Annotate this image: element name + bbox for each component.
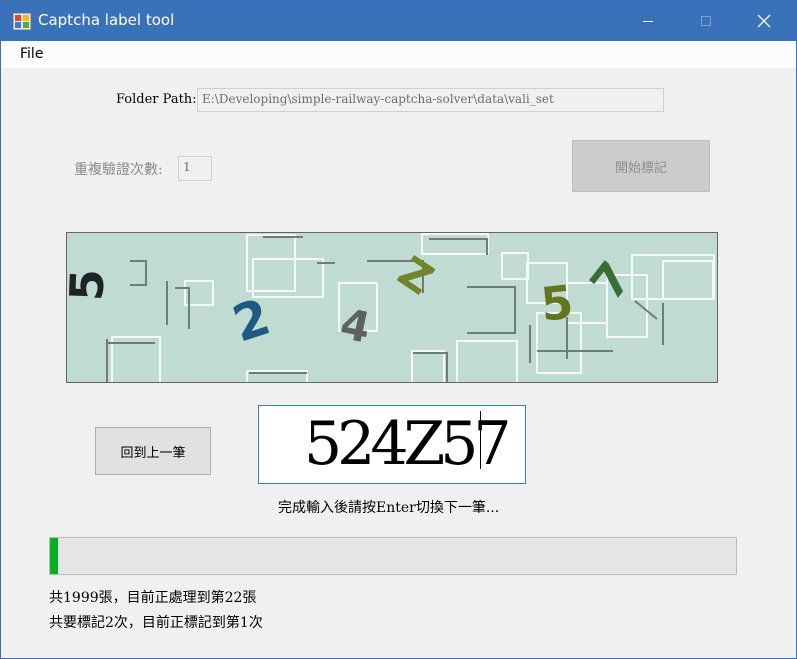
pass-count-status: 共要標記2次，目前正標記到第1次	[49, 615, 263, 631]
close-button[interactable]	[735, 1, 793, 41]
noise-lines	[106, 236, 664, 382]
folder-path-label: Folder Path:	[116, 92, 197, 107]
maximize-icon	[701, 16, 711, 26]
text-caret	[480, 411, 481, 469]
previous-item-button[interactable]: 回到上一筆	[95, 427, 211, 475]
captcha-char-4: 4	[336, 299, 375, 353]
minimize-button[interactable]	[619, 1, 677, 41]
answer-input[interactable]: 524Z57	[258, 405, 526, 484]
captcha-char-5b: 5	[538, 275, 575, 332]
captcha-image: 5 2 4 Z 5 7	[66, 232, 718, 383]
menu-bar: File	[1, 41, 796, 68]
repeat-count-field[interactable]: 1	[178, 156, 212, 181]
captcha-canvas: 5 2 4 Z 5 7	[67, 233, 715, 382]
image-count-status: 共1999張，目前正處理到第22張	[49, 590, 257, 606]
answer-value: 524Z57	[304, 409, 512, 479]
close-icon	[757, 14, 771, 28]
main-window: Captcha label tool File Folder Path: E:\…	[0, 0, 797, 659]
enter-hint: 完成輸入後請按Enter切換下一筆...	[278, 500, 500, 516]
title-bar[interactable]: Captcha label tool	[1, 1, 796, 41]
start-labeling-button[interactable]: 開始標記	[572, 140, 710, 192]
start-labeling-label: 開始標記	[614, 160, 667, 176]
folder-path-field[interactable]: E:\Developing\simple-railway-captcha-sol…	[197, 88, 664, 112]
minimize-icon	[643, 21, 653, 22]
progress-fill	[50, 538, 58, 574]
maximize-button	[677, 1, 735, 41]
menu-file[interactable]: File	[20, 46, 43, 62]
repeat-count-label: 重複驗證次數:	[74, 162, 163, 178]
window-title: Captcha label tool	[38, 11, 175, 29]
captcha-char-z: Z	[390, 247, 443, 305]
captcha-char-5: 5	[67, 268, 114, 302]
progress-bar	[49, 537, 737, 575]
app-icon	[13, 13, 31, 30]
previous-item-label: 回到上一筆	[120, 445, 186, 461]
